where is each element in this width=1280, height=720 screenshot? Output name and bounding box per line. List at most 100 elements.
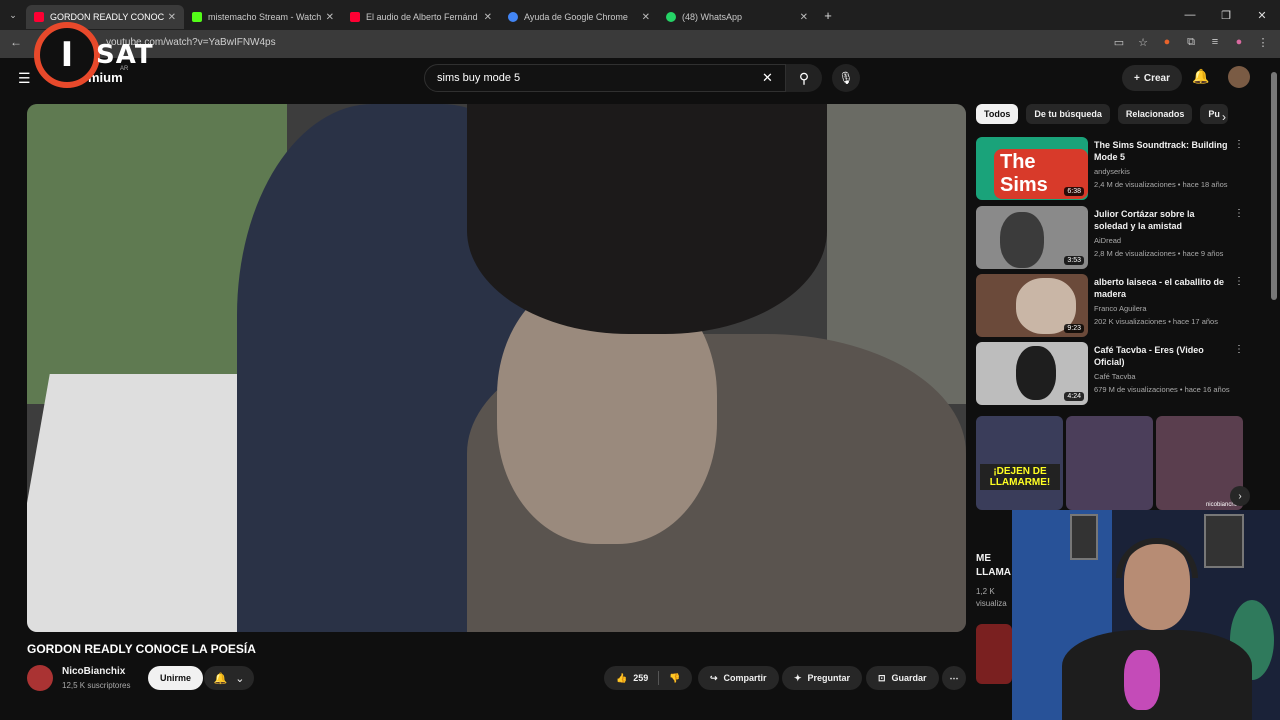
close-tab-icon[interactable]: ✕ [168, 12, 176, 23]
webcam-wall-poster [1204, 514, 1244, 568]
chevron-right-icon: › [1238, 490, 1242, 502]
close-window-icon[interactable]: ✕ [1244, 0, 1280, 30]
like-divider [658, 671, 660, 685]
recommendation-meta: 679 M de visualizaciones • hace 16 años [1094, 385, 1230, 394]
more-actions-button[interactable]: ⋯ [942, 666, 966, 690]
thumbs-down-icon[interactable]: 👎 [669, 673, 680, 684]
youtube-favicon-icon [34, 12, 44, 22]
plus-icon: + [1134, 72, 1140, 84]
maximize-icon[interactable]: ❐ [1208, 0, 1244, 30]
recommendation-title[interactable]: The Sims Soundtrack: Building Mode 5 [1094, 139, 1230, 163]
create-button[interactable]: + Crear [1122, 65, 1182, 91]
thumbnail-portrait [1016, 346, 1056, 400]
kebab-menu-icon[interactable]: ⋮ [1234, 139, 1244, 150]
kick-favicon-icon [192, 12, 202, 22]
channel-avatar[interactable] [27, 665, 53, 691]
recommendation-meta: 202 K visualizaciones • hace 17 años [1094, 317, 1218, 326]
toolbar-icons: ▭ ☆ ● ⧉ ≡ ● ⋮ [1112, 35, 1270, 49]
recommendation-item[interactable]: 3:53 Julior Cortázar sobre la soledad y … [976, 206, 1246, 270]
kebab-menu-icon[interactable]: ⋮ [1256, 35, 1270, 49]
close-tab-icon[interactable]: ✕ [484, 12, 492, 23]
recommendation-channel[interactable]: AiDread [1094, 236, 1121, 245]
google-favicon-icon [508, 12, 518, 22]
chevron-down-icon: ⌄ [235, 672, 245, 685]
clear-search-icon[interactable]: ✕ [762, 70, 773, 86]
youtube-header: ☰ mium AR sims buy mode 5 ✕ ⚲ 🎙 + Crear … [0, 58, 1280, 98]
video-thumbnail[interactable]: 3:53 [976, 206, 1088, 269]
recommendation-item[interactable]: 4:24 Café Tacvba - Eres (Video Oficial) … [976, 342, 1246, 406]
whatsapp-favicon-icon [666, 12, 676, 22]
recommendation-item[interactable]: 9:23 alberto laiseca - el caballito de m… [976, 274, 1246, 338]
cast-icon[interactable]: ▭ [1112, 35, 1126, 49]
extension-icon[interactable]: ● [1160, 35, 1174, 49]
short-thumbnail-partial[interactable] [976, 624, 1012, 684]
microphone-icon: 🎙 [838, 71, 854, 85]
recommendation-title[interactable]: alberto laiseca - el caballito de madera [1094, 276, 1230, 300]
join-button[interactable]: Unirme [148, 666, 204, 690]
video-thumbnail[interactable]: 4:24 [976, 342, 1088, 405]
minimize-icon[interactable]: — [1172, 0, 1208, 30]
recommendation-title[interactable]: Café Tacvba - Eres (Video Oficial) [1094, 344, 1230, 368]
bookmark-star-icon[interactable]: ☆ [1136, 35, 1150, 49]
recommendation-channel[interactable]: andyserkis [1094, 167, 1130, 176]
chip-all[interactable]: Todos [976, 104, 1019, 124]
browser-tab-bar: ⌄ GORDON READLY CONOCE ✕ mistemacho Stre… [0, 0, 1280, 30]
isat-watermark-text: SAT [96, 40, 154, 70]
back-arrow-icon[interactable]: ← [10, 35, 22, 49]
search-button[interactable]: ⚲ [786, 64, 822, 92]
short-thumbnail[interactable] [1066, 416, 1153, 510]
kebab-menu-icon[interactable]: ⋮ [1234, 208, 1244, 219]
share-arrow-icon: ↪ [710, 672, 718, 683]
browser-tab-3[interactable]: Ayuda de Google Chrome ✕ [500, 5, 658, 29]
close-tab-icon[interactable]: ✕ [326, 12, 334, 23]
webcam-wall-poster [1070, 514, 1098, 560]
save-button[interactable]: ⊡ Guardar [866, 666, 939, 690]
short-caption: ¡DEJEN DE LLAMARME! [980, 464, 1060, 490]
video-thumbnail[interactable]: 9:23 [976, 274, 1088, 337]
notifications-bell-icon[interactable]: 🔔 [1192, 68, 1209, 85]
short-title[interactable]: ME LLAMA [976, 552, 1016, 580]
browser-tab-1[interactable]: mistemacho Stream - Watch Li ✕ [184, 5, 342, 29]
account-avatar[interactable] [1228, 66, 1250, 88]
close-tab-icon[interactable]: ✕ [800, 12, 808, 23]
short-thumbnail[interactable]: ¡DEJEN DE LLAMARME! [976, 416, 1063, 510]
chevron-right-icon[interactable]: › [1222, 110, 1226, 124]
tab-search-icon[interactable]: ⌄ [0, 10, 26, 21]
channel-name[interactable]: NicoBianchix [62, 666, 125, 677]
shelf-next-button[interactable]: › [1230, 486, 1250, 506]
voice-search-button[interactable]: 🎙 [832, 64, 860, 92]
ask-button[interactable]: ✦ Preguntar [782, 666, 863, 690]
profile-icon[interactable]: ● [1232, 35, 1246, 49]
share-button[interactable]: ↪ Compartir [698, 666, 779, 690]
search-input[interactable]: sims buy mode 5 [424, 64, 786, 92]
subscriber-count: 12,5 K suscriptores [62, 681, 131, 690]
duration-badge: 6:38 [1064, 187, 1084, 196]
recommendation-item[interactable]: The Sims 6:38 The Sims Soundtrack: Build… [976, 137, 1246, 201]
chip-related[interactable]: Relacionados [1117, 104, 1193, 124]
subscription-bell-button[interactable]: 🔔 ⌄ [204, 666, 254, 690]
recommendation-title[interactable]: Julior Cortázar sobre la soledad y la am… [1094, 208, 1230, 232]
browser-tab-2[interactable]: El audio de Alberto Fernánd ✕ [342, 5, 500, 29]
recommendation-channel[interactable]: Café Tacvba [1094, 372, 1136, 381]
video-thumbnail[interactable]: The Sims 6:38 [976, 137, 1088, 200]
chip-from-search[interactable]: De tu búsqueda [1026, 104, 1110, 124]
short-views: 1,2 K visualiza [976, 587, 1007, 608]
scrollbar[interactable] [1271, 72, 1277, 300]
media-icon[interactable]: ≡ [1208, 35, 1222, 49]
kebab-menu-icon[interactable]: ⋮ [1234, 276, 1244, 287]
duration-badge: 9:23 [1064, 324, 1084, 333]
window-controls: — ❐ ✕ [1172, 0, 1280, 30]
headphones-icon [1116, 538, 1198, 578]
kebab-menu-icon[interactable]: ⋮ [1234, 344, 1244, 355]
hamburger-menu-icon[interactable]: ☰ [18, 70, 31, 87]
bell-icon: 🔔 [213, 672, 228, 685]
puzzle-icon[interactable]: ⧉ [1184, 35, 1198, 49]
more-horizontal-icon: ⋯ [949, 672, 959, 683]
new-tab-icon[interactable]: + [816, 8, 840, 23]
close-tab-icon[interactable]: ✕ [642, 12, 650, 23]
bookmark-icon: ⊡ [878, 672, 886, 683]
video-player[interactable] [27, 104, 966, 632]
recommendation-channel[interactable]: Franco Aguilera [1094, 304, 1147, 313]
browser-tab-4[interactable]: (48) WhatsApp ✕ [658, 5, 816, 29]
like-button[interactable]: 👍 259 👎 [604, 666, 693, 690]
